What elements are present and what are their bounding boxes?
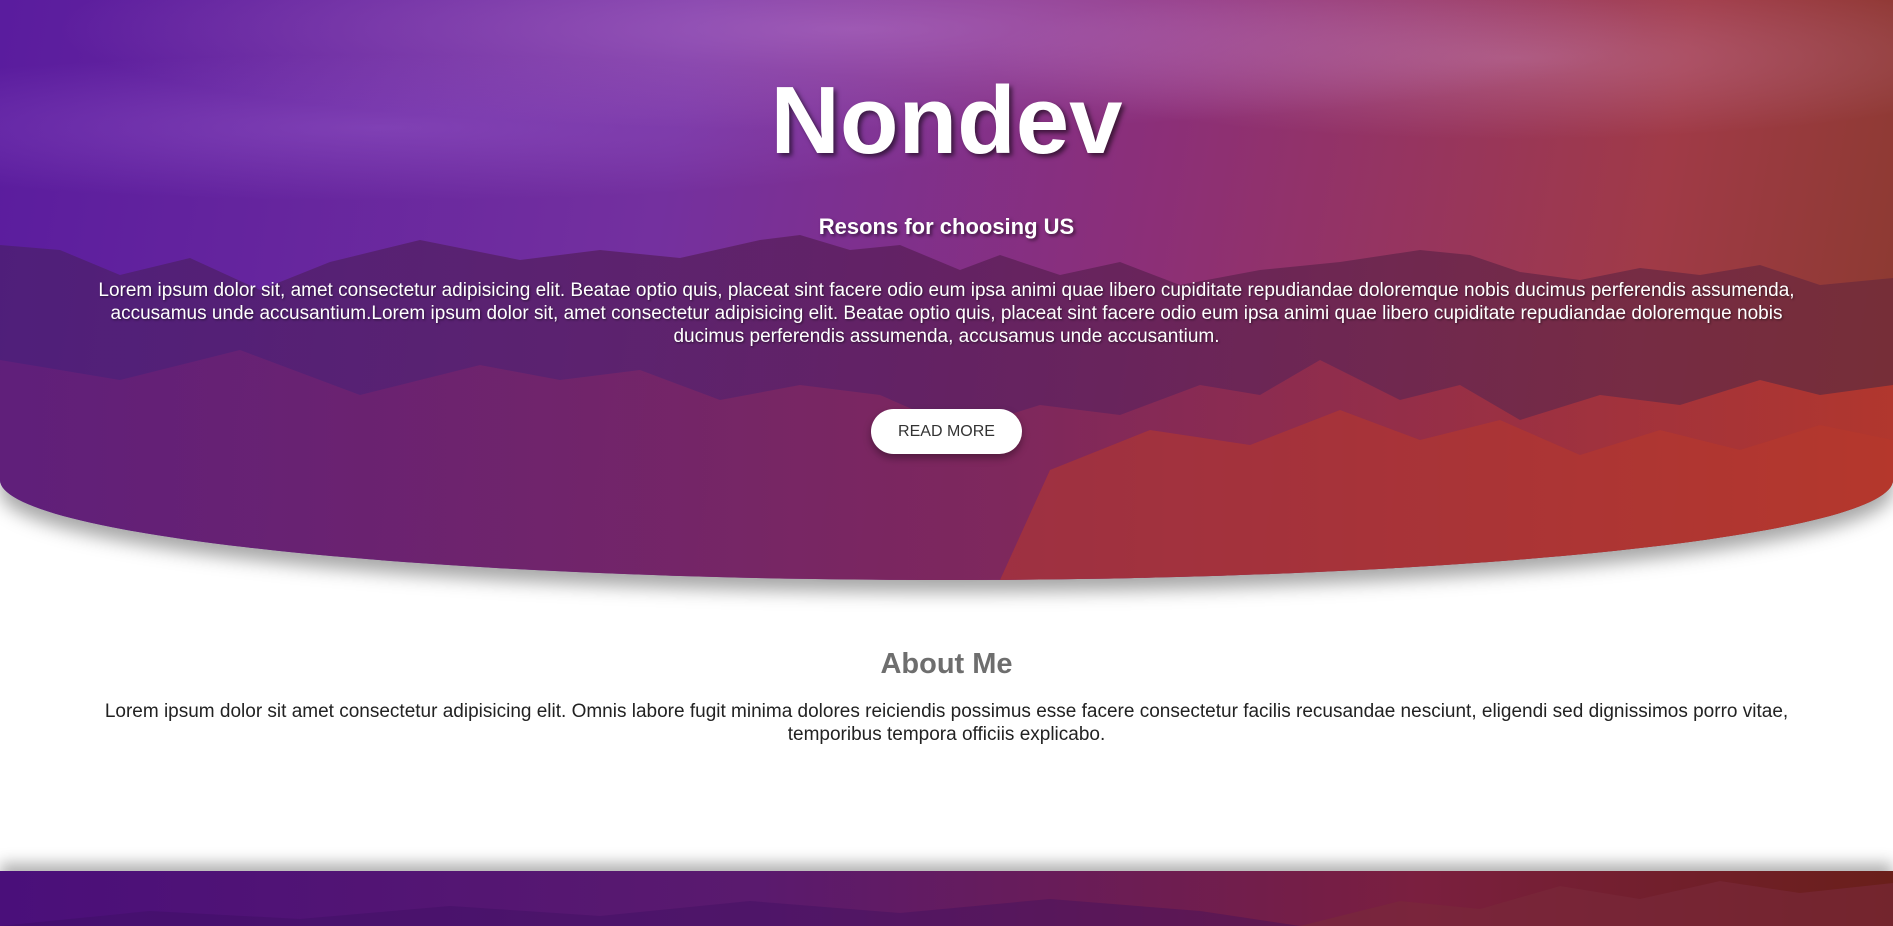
hero-section: Nondev Resons for choosing US Lorem ipsu…: [0, 0, 1893, 580]
hero-title: Nondev: [770, 67, 1123, 174]
footer-mountain-image: [0, 881, 1893, 926]
hero-description: Lorem ipsum dolor sit, amet consectetur …: [98, 280, 1795, 347]
hero-subtitle: Resons for choosing US: [818, 214, 1075, 239]
about-title: About Me: [880, 648, 1013, 680]
about-section: About Me Lorem ipsum dolor sit amet cons…: [0, 640, 1893, 746]
footer-band: [0, 871, 1893, 926]
read-more-button[interactable]: READ MORE: [871, 409, 1022, 454]
about-description: Lorem ipsum dolor sit amet consectetur a…: [104, 701, 1789, 745]
